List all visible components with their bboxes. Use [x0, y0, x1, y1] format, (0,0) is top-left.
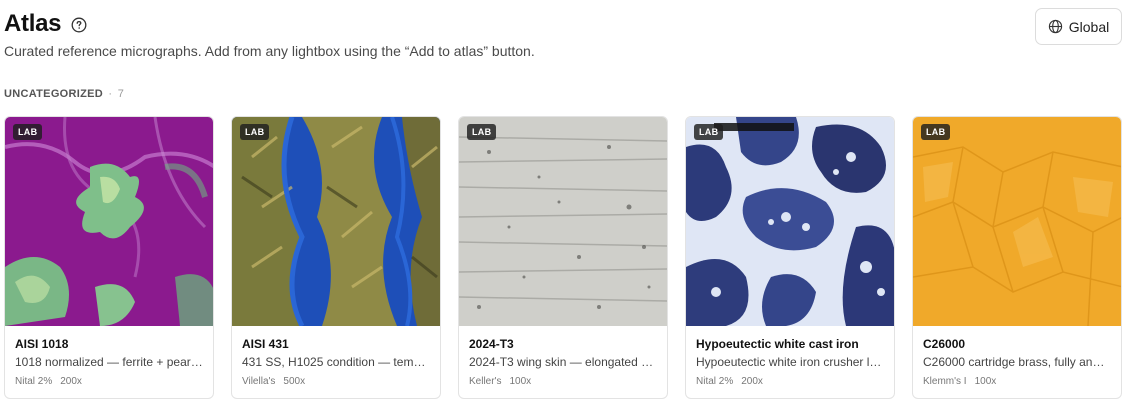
- card-title: AISI 1018: [15, 337, 69, 351]
- micrograph-thumbnail[interactable]: LAB: [913, 117, 1121, 326]
- micrograph-grid: LAB AISI 1018 1018 normalized — ferrite …: [4, 116, 1122, 399]
- card-etchant: Nital 2%: [15, 376, 53, 387]
- card-magnification: 100x: [974, 376, 997, 387]
- card-magnification: 500x: [283, 376, 306, 387]
- micrograph-thumbnail[interactable]: LAB: [232, 117, 440, 326]
- card-description: 2024-T3 wing skin — elongated grains: [469, 355, 657, 369]
- micrograph-image: [686, 117, 894, 326]
- card-description: 1018 normalized — ferrite + pearlite: [15, 355, 203, 369]
- card-title: C26000: [923, 337, 966, 351]
- card-title: AISI 431: [242, 337, 289, 351]
- micrograph-card[interactable]: LAB Hypoeutectic white cast iron Hypoeut…: [685, 116, 895, 399]
- scope-global-button[interactable]: Global: [1035, 8, 1122, 45]
- micrograph-card[interactable]: LAB C26000 C26000 cartridge brass, fully…: [912, 116, 1122, 399]
- page-title: Atlas: [4, 10, 62, 37]
- card-description: 431 SS, H1025 condition — tempered marte…: [242, 355, 430, 369]
- card-etchant: Keller's: [469, 376, 502, 387]
- micrograph-thumbnail[interactable]: LAB: [5, 117, 213, 326]
- lab-badge: LAB: [694, 124, 724, 140]
- micrograph-card[interactable]: LAB AISI 1018 1018 normalized — ferrite …: [4, 116, 214, 399]
- card-etchant: Vilella's: [242, 376, 276, 387]
- lab-badge: LAB: [921, 124, 951, 140]
- card-magnification: 100x: [509, 376, 532, 387]
- micrograph-image: [232, 117, 440, 326]
- section-separator: ·: [108, 88, 113, 100]
- micrograph-image: [459, 117, 667, 326]
- card-title: Hypoeutectic white cast iron: [696, 337, 859, 351]
- card-description: C26000 cartridge brass, fully annealed: [923, 355, 1111, 369]
- micrograph-image: [5, 117, 213, 326]
- section-name: UNCATEGORIZED: [4, 88, 104, 100]
- page-header: Atlas: [4, 8, 87, 40]
- card-etchant: Nital 2%: [696, 376, 734, 387]
- micrograph-card[interactable]: LAB AISI 431 431 SS, H1025 condition — t…: [231, 116, 441, 399]
- micrograph-card[interactable]: LAB 2024-T3 2024-T3 wing skin — elongate…: [458, 116, 668, 399]
- card-etchant: Klemm's I: [923, 376, 967, 387]
- globe-icon: [1048, 19, 1062, 34]
- card-description: Hypoeutectic white iron crusher liner: [696, 355, 884, 369]
- card-title: 2024-T3: [469, 337, 514, 351]
- section-header: UNCATEGORIZED · 7: [4, 88, 124, 100]
- micrograph-thumbnail[interactable]: LAB: [686, 117, 894, 326]
- lab-badge: LAB: [467, 124, 497, 140]
- lab-badge: LAB: [13, 124, 43, 140]
- lab-badge: LAB: [240, 124, 270, 140]
- scope-global-label: Global: [1068, 18, 1110, 35]
- section-count: 7: [117, 88, 125, 100]
- micrograph-thumbnail[interactable]: LAB: [459, 117, 667, 326]
- help-icon[interactable]: [71, 17, 87, 33]
- card-magnification: 200x: [741, 376, 763, 387]
- page-subtitle: Curated reference micrographs. Add from …: [4, 43, 535, 59]
- micrograph-image: [913, 117, 1121, 326]
- card-magnification: 200x: [60, 376, 82, 387]
